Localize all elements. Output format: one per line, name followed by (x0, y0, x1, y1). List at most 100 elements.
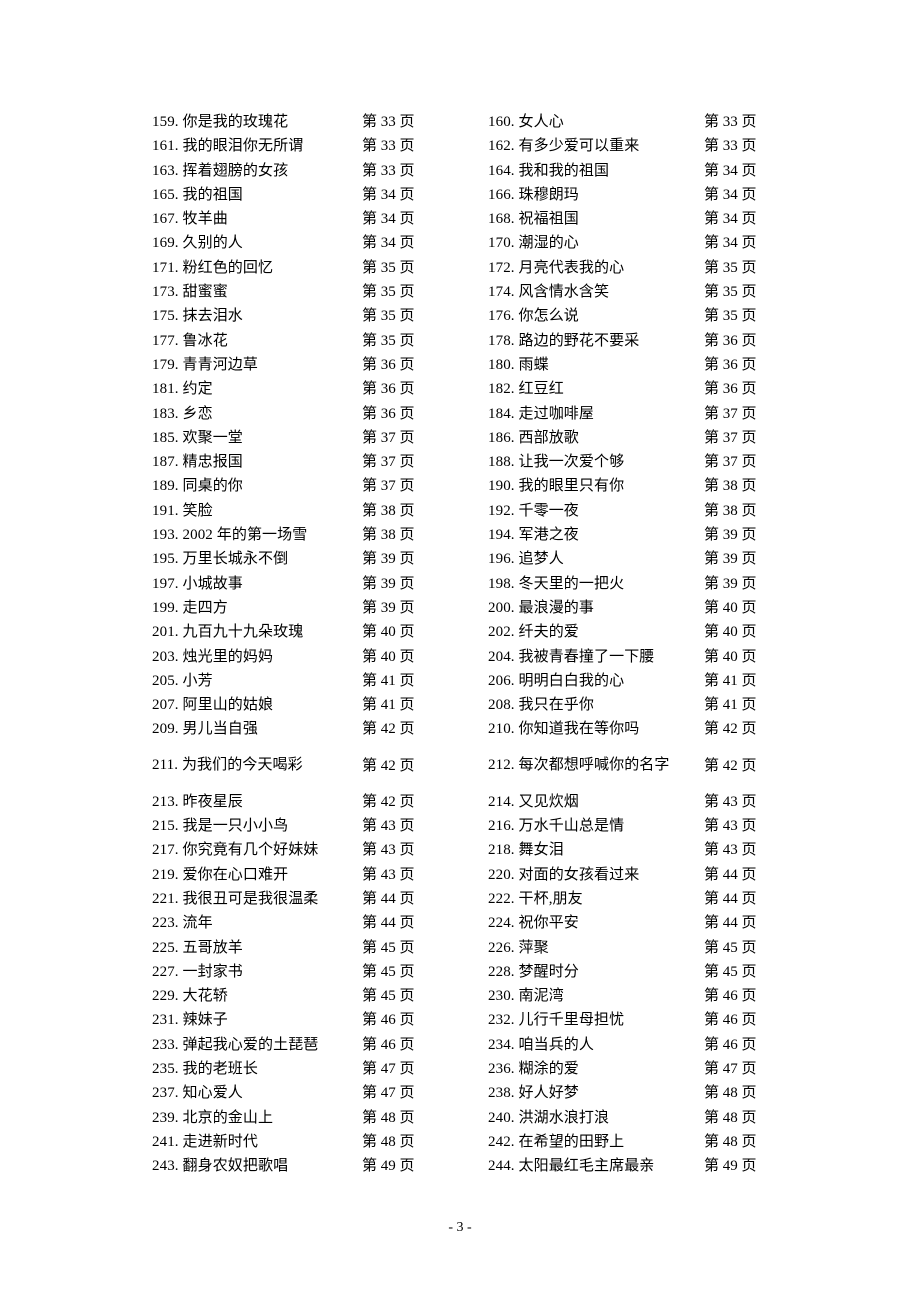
toc-entry-left: 175. 抹去泪水 第 35 页 (152, 304, 460, 328)
toc-entry-page-number: 第 39 页 (362, 599, 415, 616)
toc-entry-title: 159. 你是我的玫瑰花 (152, 114, 289, 130)
toc-entry-title: 182. 红豆红 (488, 381, 564, 398)
toc-entry-page-number: 第 34 页 (704, 211, 757, 228)
toc-entry-left: 217. 你究竟有几个好妹妹 第 43 页 (152, 838, 460, 862)
toc-entry-page-number: 第 44 页 (704, 866, 757, 883)
toc-entry-title: 165. 我的祖国 (152, 186, 243, 203)
toc-entry-page-number: 第 33 页 (362, 162, 415, 179)
toc-entry-right: 218. 舞女泪 第 43 页 (460, 838, 768, 862)
toc-row: 231. 辣妹子 第 46 页 232. 儿行千里母担忧 第 46 页 (152, 1008, 768, 1032)
toc-entry-left: 229. 大花轿 第 45 页 (152, 984, 460, 1008)
toc-entry-right: 200. 最浪漫的事 第 40 页 (460, 596, 768, 620)
toc-row: 221. 我很丑可是我很温柔 第 44 页 222. 干杯,朋友 第 44 页 (152, 887, 768, 911)
toc-entry-title: 196. 追梦人 (488, 551, 564, 568)
toc-entry-left: 235. 我的老班长 第 47 页 (152, 1057, 460, 1081)
toc-row: 233. 弹起我心爱的土琵琶 第 46 页 234. 咱当兵的人 第 46 页 (152, 1033, 768, 1057)
toc-entry-left: 207. 阿里山的姑娘 第 41 页 (152, 693, 460, 717)
toc-entry-left: 227. 一封家书 第 45 页 (152, 960, 460, 984)
footer-page-number: - 3 - (448, 1220, 472, 1235)
toc-entry-page-number: 第 47 页 (362, 1060, 415, 1077)
toc-entry-right: 242. 在希望的田野上 第 48 页 (460, 1130, 768, 1154)
toc-entry-page-number: 第 43 页 (704, 793, 757, 810)
toc-entry-right: 184. 走过咖啡屋 第 37 页 (460, 402, 768, 426)
toc-row: 197. 小城故事 第 39 页 198. 冬天里的一把火 第 39 页 (152, 572, 768, 596)
toc-row: 169. 久别的人 第 34 页 170. 潮湿的心 第 34 页 (152, 231, 768, 255)
toc-entry-left: 181. 约定 第 36 页 (152, 377, 460, 401)
toc-entry-left: 169. 久别的人 第 34 页 (152, 231, 460, 255)
toc-row: 239. 北京的金山上 第 48 页 240. 洪湖水浪打浪 第 48 页 (152, 1106, 768, 1130)
toc-row: 235. 我的老班长 第 47 页 236. 糊涂的爱 第 47 页 (152, 1057, 768, 1081)
toc-entry-left: 177. 鲁冰花 第 35 页 (152, 329, 460, 353)
toc-entry-page-number: 第 36 页 (362, 356, 415, 373)
toc-entry-right: 216. 万水千山总是情 第 43 页 (460, 814, 768, 838)
toc-entry-title: 211. 为我们的今天喝彩 (152, 757, 303, 774)
toc-row: 195. 万里长城永不倒 第 39 页 196. 追梦人 第 39 页 (152, 547, 768, 571)
toc-entry-page-number: 第 34 页 (362, 186, 415, 203)
toc-entry-page-number: 第 37 页 (704, 454, 757, 471)
toc-entry-page-number: 第 46 页 (704, 1036, 757, 1053)
toc-entry-title: 229. 大花轿 (152, 988, 228, 1005)
toc-entry-right: 176. 你怎么说 第 35 页 (460, 304, 768, 328)
toc-entry-left: 201. 九百九十九朵玫瑰 第 40 页 (152, 620, 460, 644)
toc-entry-page-number: 第 35 页 (704, 259, 757, 276)
toc-entry-page-number: 第 44 页 (362, 890, 415, 907)
toc-entry-left: 205. 小芳 第 41 页 (152, 669, 460, 693)
toc-entry-title: 192. 千零一夜 (488, 502, 579, 519)
toc-entry-title: 194. 军港之夜 (488, 527, 579, 544)
toc-entry-right: 228. 梦醒时分 第 45 页 (460, 960, 768, 984)
toc-entry-title: 204. 我被青春撞了一下腰 (488, 648, 655, 665)
toc-entry-page-number: 第 44 页 (362, 915, 415, 932)
toc-entry-left: 183. 乡恋 第 36 页 (152, 402, 460, 426)
toc-entry-left: 231. 辣妹子 第 46 页 (152, 1008, 460, 1032)
toc-entry-page-number: 第 37 页 (362, 478, 415, 495)
toc-entry-page-number: 第 41 页 (362, 697, 415, 714)
toc-entry-page-number: 第 36 页 (704, 332, 757, 349)
toc-entry-left: 215. 我是一只小小鸟 第 43 页 (152, 814, 460, 838)
toc-entry-page-number: 第 47 页 (362, 1085, 415, 1102)
toc-entry-page-number: 第 42 页 (362, 793, 415, 810)
toc-row: 215. 我是一只小小鸟 第 43 页 216. 万水千山总是情 第 43 页 (152, 814, 768, 838)
toc-entry-left: 193. 2002 年的第一场雪 第 38 页 (152, 523, 460, 547)
toc-entry-right: 190. 我的眼里只有你 第 38 页 (460, 474, 768, 498)
toc-entry-title: 175. 抹去泪水 (152, 308, 243, 325)
toc-entry-left: 171. 粉红色的回忆 第 35 页 (152, 256, 460, 280)
toc-entry-left: 203. 烛光里的妈妈 第 40 页 (152, 645, 460, 669)
toc-entry-right: 180. 雨蝶 第 36 页 (460, 353, 768, 377)
toc-entry-title: 212. 每次都想呼喊你的名字 (488, 757, 670, 774)
toc-entry-right: 238. 好人好梦 第 48 页 (460, 1081, 768, 1105)
toc-entry-right: 240. 洪湖水浪打浪 第 48 页 (460, 1106, 768, 1130)
toc-entry-title: 240. 洪湖水浪打浪 (488, 1109, 610, 1126)
toc-entry-page-number: 第 33 页 (704, 138, 757, 155)
toc-row: 223. 流年 第 44 页 224. 祝你平安 第 44 页 (152, 911, 768, 935)
toc-entry-title: 166. 珠穆朗玛 (488, 186, 579, 203)
toc-entry-title: 203. 烛光里的妈妈 (152, 648, 274, 665)
toc-entry-title: 195. 万里长城永不倒 (152, 551, 289, 568)
toc-row: 211. 为我们的今天喝彩 第 42 页 212. 每次都想呼喊你的名字 第 42 页 (152, 742, 768, 790)
toc-entry-left: 195. 万里长城永不倒 第 39 页 (152, 547, 460, 571)
toc-entry-title: 197. 小城故事 (152, 575, 243, 592)
toc-entry-left: 223. 流年 第 44 页 (152, 911, 460, 935)
toc-entry-page-number: 第 42 页 (362, 757, 415, 774)
toc-entry-title: 210. 你知道我在等你吗 (488, 721, 640, 738)
toc-entry-page-number: 第 39 页 (704, 551, 757, 568)
toc-entry-title: 167. 牧羊曲 (152, 211, 228, 228)
toc-entry-page-number: 第 45 页 (362, 939, 415, 956)
toc-entry-right: 188. 让我一次爱个够 第 37 页 (460, 450, 768, 474)
toc-row: 229. 大花轿 第 45 页 230. 南泥湾 第 46 页 (152, 984, 768, 1008)
toc-entry-page-number: 第 38 页 (704, 478, 757, 495)
toc-row: 185. 欢聚一堂 第 37 页 186. 西部放歌 第 37 页 (152, 426, 768, 450)
toc-entry-page-number: 第 44 页 (704, 915, 757, 932)
toc-entry-page-number: 第 33 页 (362, 114, 415, 130)
toc-entry-title: 202. 纤夫的爱 (488, 624, 579, 641)
toc-row: 177. 鲁冰花 第 35 页 178. 路边的野花不要采 第 36 页 (152, 329, 768, 353)
toc-entry-title: 244. 太阳最红毛主席最亲 (488, 1158, 655, 1175)
toc-entry-page-number: 第 36 页 (362, 405, 415, 422)
toc-row: 225. 五哥放羊 第 45 页 226. 萍聚 第 45 页 (152, 936, 768, 960)
toc-entry-title: 222. 干杯,朋友 (488, 890, 583, 907)
toc-entry-title: 181. 约定 (152, 381, 213, 398)
toc-entry-left: 209. 男儿当自强 第 42 页 (152, 717, 460, 741)
toc-entry-title: 236. 糊涂的爱 (488, 1060, 579, 1077)
toc-row: 171. 粉红色的回忆 第 35 页 172. 月亮代表我的心 第 35 页 (152, 256, 768, 280)
toc-entry-title: 220. 对面的女孩看过来 (488, 866, 640, 883)
toc-entry-title: 180. 雨蝶 (488, 356, 549, 373)
